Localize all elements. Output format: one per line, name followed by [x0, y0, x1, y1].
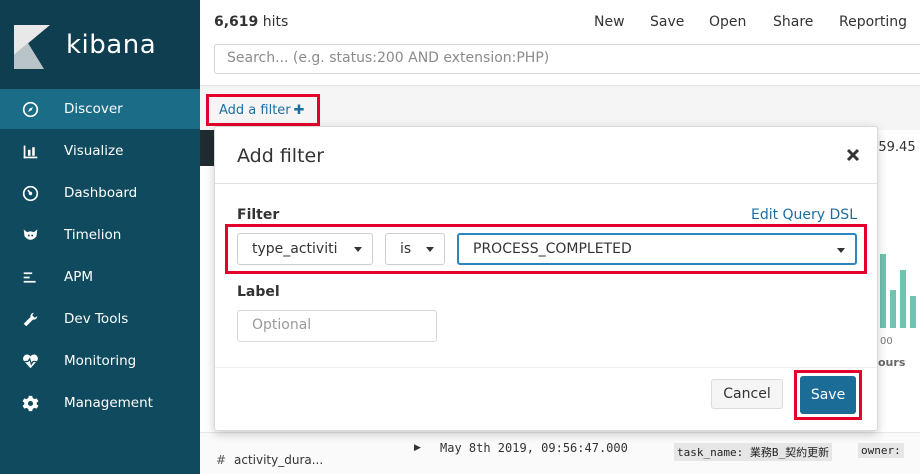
add-filter-modal: Add filter Filter Edit Query DSL type_ac…	[214, 126, 878, 431]
plus-icon: ✚	[293, 102, 305, 118]
menu-share[interactable]: Share	[773, 14, 813, 30]
menu-new[interactable]: New	[594, 14, 625, 30]
operator-select[interactable]: is	[385, 233, 445, 265]
sidebar-item-label: Dashboard	[64, 185, 138, 201]
field-list-item[interactable]: activity_dura...	[234, 453, 323, 467]
histogram-bar[interactable]	[890, 290, 896, 328]
kibana-logo-text: kibana	[66, 30, 157, 60]
time-range-fragment: :59.45	[874, 140, 916, 155]
histogram-bar[interactable]	[900, 270, 906, 328]
menu-reporting[interactable]: Reporting	[839, 14, 907, 30]
hits-number: 6,619	[214, 14, 259, 30]
value-select[interactable]: PROCESS_COMPLETED	[457, 233, 857, 265]
kibana-logo-icon	[14, 25, 50, 69]
hits-count: 6,619 hits	[214, 14, 288, 30]
chevron-down-icon	[426, 247, 434, 252]
menu-save[interactable]: Save	[650, 14, 684, 30]
heartbeat-icon	[20, 351, 40, 371]
add-filter-link[interactable]: Add a filter ✚	[206, 94, 320, 126]
sidebar-item-monitoring[interactable]: Monitoring	[0, 341, 200, 381]
search-input[interactable]: Search... (e.g. status:200 AND extension…	[214, 44, 920, 74]
timelion-icon	[20, 225, 40, 245]
document-field-task-name: task_name: 業務B_契約更新	[674, 443, 833, 461]
bar-chart-icon	[20, 141, 40, 161]
label-input[interactable]: Optional	[237, 310, 437, 342]
sidebar-item-dashboard[interactable]: Dashboard	[0, 173, 200, 213]
close-icon[interactable]	[845, 147, 861, 163]
chevron-down-icon	[837, 248, 845, 253]
label-heading: Label	[237, 284, 280, 300]
sidebar-item-discover[interactable]: Discover	[0, 89, 200, 129]
document-row: # activity_dura... ▶ May 8th 2019, 09:56…	[200, 432, 920, 474]
field-select-value: type_activiti	[252, 241, 338, 257]
sidebar-item-label: Discover	[64, 101, 123, 117]
filter-bar: Add a filter ✚	[200, 86, 920, 130]
sidebar-item-label: Management	[64, 395, 153, 411]
hits-suffix: hits	[258, 14, 289, 30]
chevron-down-icon	[354, 247, 362, 252]
sidebar-item-label: Timelion	[64, 227, 122, 243]
expand-row-icon[interactable]: ▶	[414, 443, 421, 453]
add-filter-label: Add a filter	[219, 102, 291, 118]
sidebar-item-management[interactable]: Management	[0, 383, 200, 423]
document-field-owner: owner:	[858, 443, 904, 458]
sidebar-item-label: Visualize	[64, 143, 124, 159]
modal-title: Add filter	[237, 145, 325, 167]
histogram-bar[interactable]	[880, 254, 886, 328]
value-select-value: PROCESS_COMPLETED	[473, 241, 632, 257]
sidebar-item-visualize[interactable]: Visualize	[0, 131, 200, 171]
save-button[interactable]: Save	[800, 376, 856, 414]
histogram-bar[interactable]	[910, 296, 916, 328]
number-field-icon: #	[216, 453, 227, 467]
divider	[215, 367, 877, 368]
axis-tick-fragment: 00	[880, 336, 893, 347]
menu-open[interactable]: Open	[709, 14, 746, 30]
gear-icon	[20, 393, 40, 413]
sidebar-item-apm[interactable]: APM	[0, 257, 200, 297]
sidebar-item-timelion[interactable]: Timelion	[0, 215, 200, 255]
sidebar: kibana Discover Visualize Dashboard Time…	[0, 0, 200, 474]
divider	[215, 183, 877, 184]
document-timestamp: May 8th 2019, 09:56:47.000	[440, 441, 628, 455]
sidebar-item-label: Monitoring	[64, 353, 137, 369]
kibana-logo[interactable]: kibana	[0, 0, 200, 89]
top-bar: 6,619 hits New Save Open Share Reporting…	[200, 0, 920, 86]
apm-icon	[20, 267, 40, 287]
compass-icon	[20, 99, 40, 119]
axis-label-fragment: ours	[878, 356, 906, 369]
operator-select-value: is	[400, 241, 412, 257]
field-select[interactable]: type_activiti	[237, 233, 373, 265]
cancel-button[interactable]: Cancel	[711, 379, 783, 409]
edit-query-dsl-link[interactable]: Edit Query DSL	[751, 207, 857, 223]
wrench-icon	[20, 309, 40, 329]
sidebar-item-label: APM	[64, 269, 94, 285]
sidebar-item-dev-tools[interactable]: Dev Tools	[0, 299, 200, 339]
sidebar-item-label: Dev Tools	[64, 311, 129, 327]
filter-heading: Filter	[237, 207, 280, 223]
dashboard-icon	[20, 183, 40, 203]
